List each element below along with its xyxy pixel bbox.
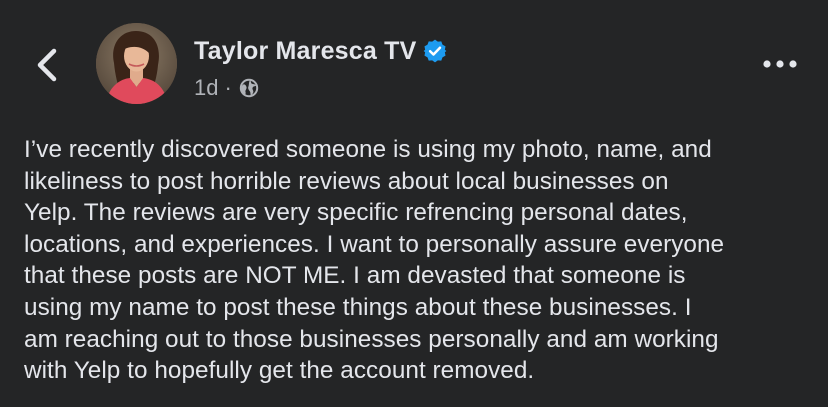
post-text-line: likeliness to post horrible reviews abou… (24, 167, 669, 195)
more-options-icon (763, 60, 797, 68)
more-options-button[interactable] (760, 52, 800, 76)
globe-icon (239, 78, 259, 98)
post-text-line: using my name to post these things about… (24, 293, 692, 321)
post-text-line: am reaching out to those businesses pers… (24, 325, 719, 353)
post-text-line: that these posts are NOT ME. I am devast… (24, 262, 686, 290)
verified-badge-icon (422, 38, 448, 64)
post-meta: 1d · (194, 74, 259, 102)
profile-photo (96, 23, 177, 104)
post-timestamp[interactable]: 1d (194, 75, 218, 101)
post-text-line: Yelp. The reviews are very specific refr… (24, 199, 688, 227)
back-button[interactable] (32, 44, 62, 86)
post-text-line: I’ve recently discovered someone is usin… (24, 136, 712, 163)
author-row: Taylor Maresca TV (194, 34, 448, 68)
avatar[interactable] (96, 23, 177, 104)
meta-separator: · (224, 75, 232, 100)
post-text-line: locations, and experiences. I want to pe… (24, 230, 725, 258)
post-text-line: with Yelp to hopefully get the account r… (24, 357, 535, 385)
page-name[interactable]: Taylor Maresca TV (194, 37, 416, 66)
post-text: I’ve recently discovered someone is usin… (24, 134, 819, 387)
chevron-left-icon (37, 48, 57, 82)
